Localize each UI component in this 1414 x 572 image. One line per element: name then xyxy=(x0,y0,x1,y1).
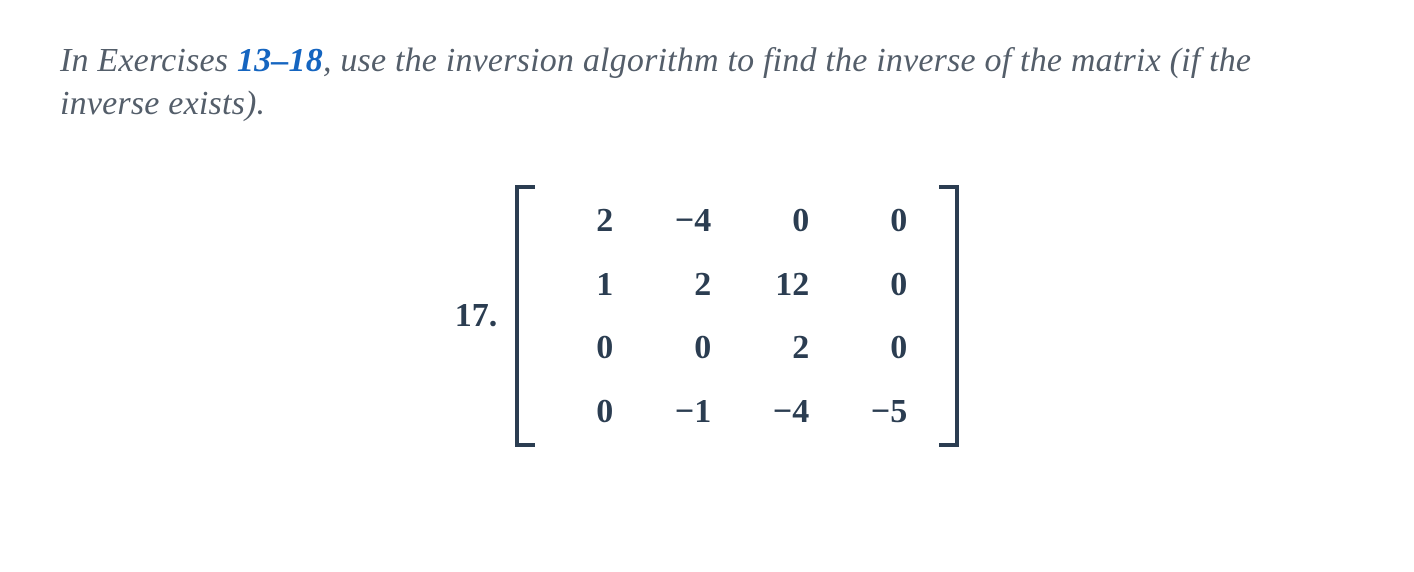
matrix-cell: 0 xyxy=(567,388,613,436)
matrix-cell: 0 xyxy=(861,197,907,245)
matrix-cell: 0 xyxy=(567,324,613,372)
right-bracket-icon xyxy=(933,185,959,447)
matrix-cell: −1 xyxy=(665,388,711,436)
matrix-cell: 0 xyxy=(665,324,711,372)
matrix-cell: 0 xyxy=(861,261,907,309)
problem-block: 17. 2 −4 0 0 1 2 12 0 0 0 2 0 0 −1 −4 −5 xyxy=(60,185,1354,447)
matrix-cell: 2 xyxy=(763,324,809,372)
matrix-cell: −4 xyxy=(763,388,809,436)
problem-number: 17. xyxy=(455,297,498,335)
matrix-grid: 2 −4 0 0 1 2 12 0 0 0 2 0 0 −1 −4 −5 xyxy=(541,185,933,447)
page: In Exercises 13–18, use the inversion al… xyxy=(0,0,1414,487)
matrix-cell: −5 xyxy=(861,388,907,436)
matrix-cell: 2 xyxy=(665,261,711,309)
matrix-cell: 0 xyxy=(763,197,809,245)
matrix-cell: −4 xyxy=(665,197,711,245)
instruction-prefix: In Exercises xyxy=(60,42,237,79)
matrix-cell: 0 xyxy=(861,324,907,372)
matrix-cell: 12 xyxy=(763,261,809,309)
exercise-instruction: In Exercises 13–18, use the inversion al… xyxy=(60,40,1354,125)
matrix-cell: 2 xyxy=(567,197,613,245)
exercise-range: 13–18 xyxy=(237,42,323,79)
left-bracket-icon xyxy=(515,185,541,447)
matrix: 2 −4 0 0 1 2 12 0 0 0 2 0 0 −1 −4 −5 xyxy=(515,185,959,447)
matrix-cell: 1 xyxy=(567,261,613,309)
